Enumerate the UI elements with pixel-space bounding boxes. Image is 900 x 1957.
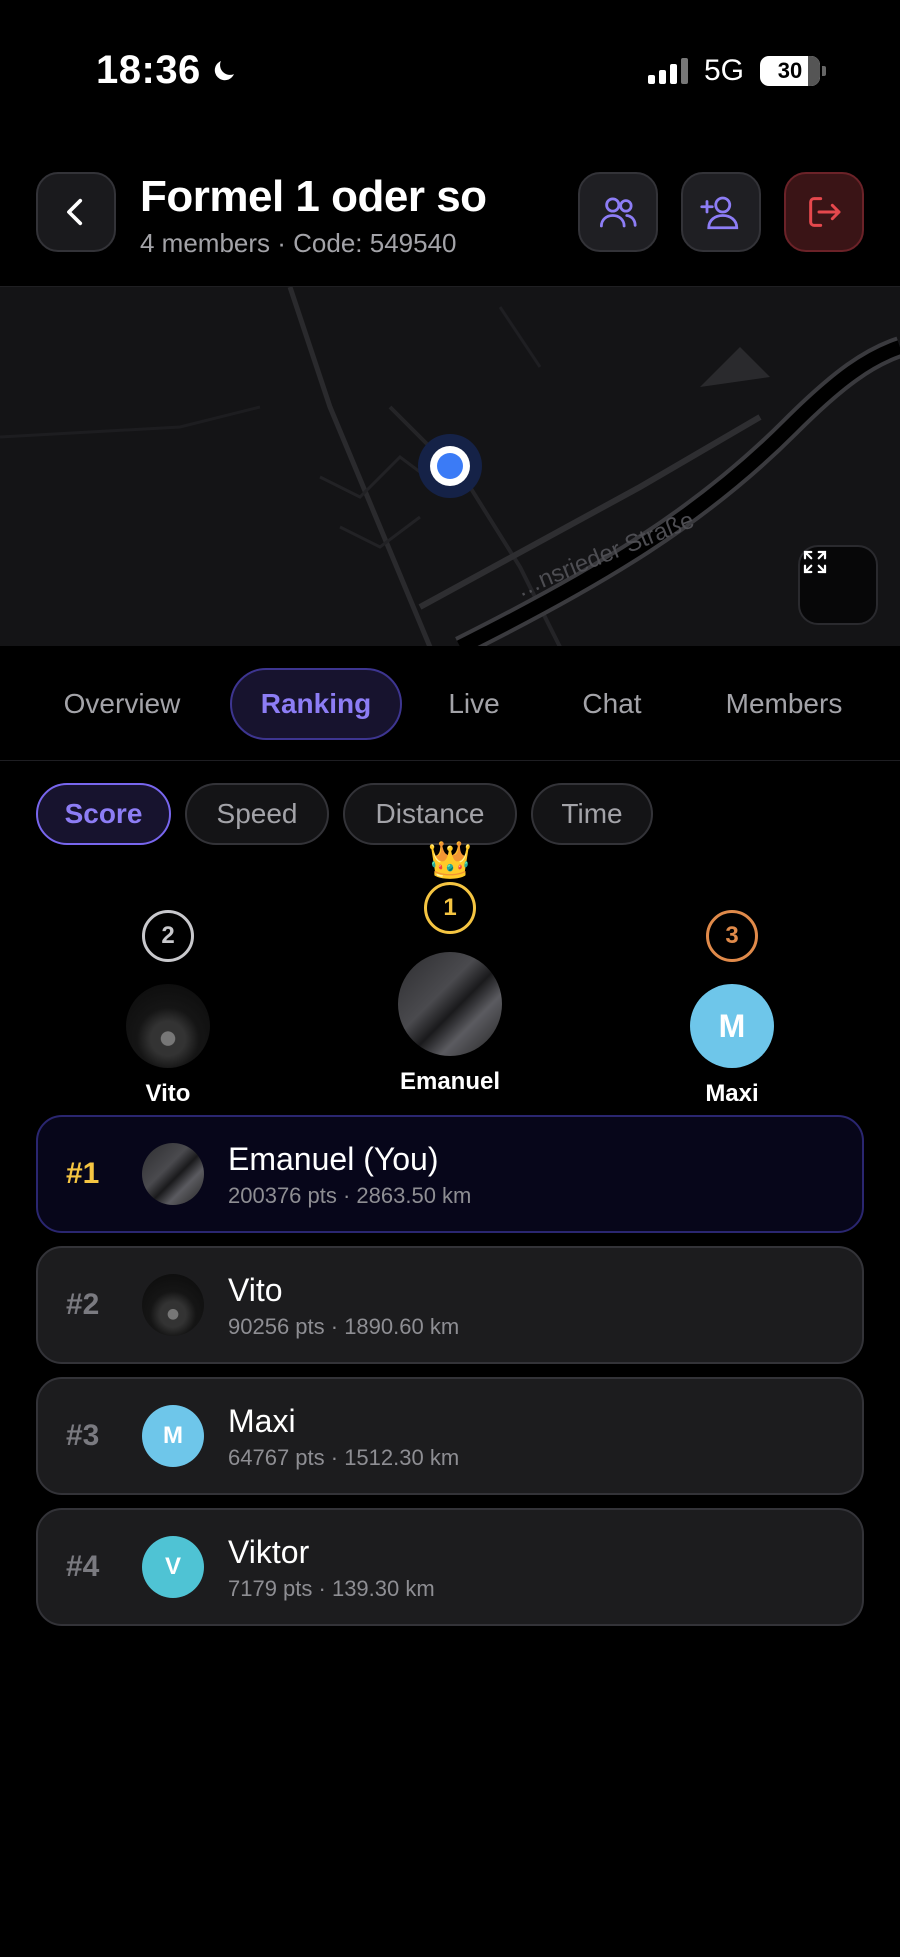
tabs-divider bbox=[0, 760, 900, 761]
group-subtitle: 4 members · Code: 549540 bbox=[140, 228, 457, 258]
members-button[interactable] bbox=[578, 172, 658, 252]
rank-position: #3 bbox=[66, 1419, 100, 1452]
member-name: Maxi bbox=[228, 1403, 296, 1439]
member-name: Emanuel (You) bbox=[228, 1141, 439, 1177]
tab-members[interactable]: Members bbox=[706, 668, 862, 740]
group-title: Formel 1 oder so bbox=[140, 172, 487, 221]
avatar-initial: M bbox=[718, 1007, 746, 1044]
tab-live[interactable]: Live bbox=[428, 668, 520, 740]
battery-icon: 30 bbox=[760, 56, 826, 86]
group-header: Formel 1 oder so 4 members · Code: 54954… bbox=[0, 172, 900, 284]
crown-icon: 👑 bbox=[427, 839, 473, 880]
avatar: M bbox=[142, 1405, 204, 1467]
user-plus-icon bbox=[700, 196, 739, 230]
chip-speed[interactable]: Speed bbox=[185, 783, 329, 845]
tab-chat[interactable]: Chat bbox=[560, 668, 664, 740]
tab-ranking[interactable]: Ranking bbox=[230, 668, 402, 740]
avatar bbox=[142, 1274, 204, 1336]
rank-badge: 3 bbox=[706, 910, 758, 962]
member-stats: 64767 pts · 1512.30 km bbox=[228, 1445, 460, 1470]
users-icon bbox=[599, 197, 637, 228]
ranking-list: #1 Emanuel (You) 200376 pts · 2863.50 km… bbox=[36, 1115, 864, 1639]
expand-icon bbox=[803, 550, 827, 574]
rank-badge: 1 bbox=[424, 882, 476, 934]
rank-position: #2 bbox=[66, 1288, 100, 1321]
podium: 2 Vito 👑 1 Emanuel 3 M Maxi bbox=[0, 840, 900, 1107]
member-stats: 90256 pts · 1890.60 km bbox=[228, 1314, 460, 1339]
group-map[interactable]: …nsrieder Straße bbox=[0, 286, 900, 646]
tab-overview[interactable]: Overview bbox=[40, 668, 204, 740]
podium-first[interactable]: 👑 1 Emanuel bbox=[385, 840, 515, 1096]
avatar-initial: M bbox=[163, 1422, 183, 1449]
member-name: Viktor bbox=[228, 1534, 310, 1570]
member-stats: 7179 pts · 139.30 km bbox=[228, 1576, 435, 1601]
rank-position: #4 bbox=[66, 1550, 100, 1583]
chip-score[interactable]: Score bbox=[36, 783, 171, 845]
avatar bbox=[398, 952, 502, 1056]
network-label: 5G bbox=[703, 54, 744, 87]
leave-group-button[interactable] bbox=[784, 172, 864, 252]
chip-time[interactable]: Time bbox=[531, 783, 653, 845]
chevron-left-icon bbox=[67, 198, 83, 226]
ranking-row[interactable]: #2 Vito 90256 pts · 1890.60 km bbox=[36, 1246, 864, 1364]
rank-position: #1 bbox=[66, 1157, 100, 1190]
section-tabs: Overview Ranking Live Chat Members bbox=[0, 668, 900, 742]
member-name: Vito bbox=[228, 1272, 283, 1308]
status-time: 18:36 bbox=[96, 48, 239, 93]
ranking-row[interactable]: #3 M Maxi 64767 pts · 1512.30 km bbox=[36, 1377, 864, 1495]
moon-icon bbox=[214, 60, 234, 80]
title-block: Formel 1 oder so 4 members · Code: 54954… bbox=[140, 172, 487, 259]
logout-icon bbox=[809, 197, 841, 227]
expand-map-button[interactable] bbox=[798, 545, 878, 625]
signal-icon bbox=[647, 58, 688, 84]
battery-level: 30 bbox=[777, 58, 803, 83]
member-stats: 200376 pts · 2863.50 km bbox=[228, 1183, 472, 1208]
avatar-initial: V bbox=[164, 1553, 181, 1580]
avatar bbox=[126, 984, 210, 1068]
chip-distance[interactable]: Distance bbox=[343, 783, 517, 845]
ranking-row[interactable]: #1 Emanuel (You) 200376 pts · 2863.50 km bbox=[36, 1115, 864, 1233]
back-button[interactable] bbox=[36, 172, 116, 252]
ranking-row[interactable]: #4 V Viktor 7179 pts · 139.30 km bbox=[36, 1508, 864, 1626]
clock-text: 18:36 bbox=[96, 48, 201, 92]
podium-name: Emanuel bbox=[399, 1068, 501, 1095]
avatar: M bbox=[690, 984, 774, 1068]
map-roads: …nsrieder Straße bbox=[0, 287, 900, 646]
avatar bbox=[142, 1143, 204, 1205]
status-bar: 18:36 5G 30 bbox=[0, 0, 900, 130]
map-street-label: …nsrieder Straße bbox=[512, 507, 698, 603]
podium-third[interactable]: 3 M Maxi bbox=[672, 910, 792, 1108]
rank-badge: 2 bbox=[142, 910, 194, 962]
avatar: V bbox=[142, 1536, 204, 1598]
status-indicators: 5G 30 bbox=[647, 54, 826, 88]
podium-name: Maxi bbox=[705, 1080, 759, 1107]
add-member-button[interactable] bbox=[681, 172, 761, 252]
podium-second[interactable]: 2 Vito bbox=[108, 910, 228, 1108]
podium-name: Vito bbox=[145, 1080, 191, 1107]
